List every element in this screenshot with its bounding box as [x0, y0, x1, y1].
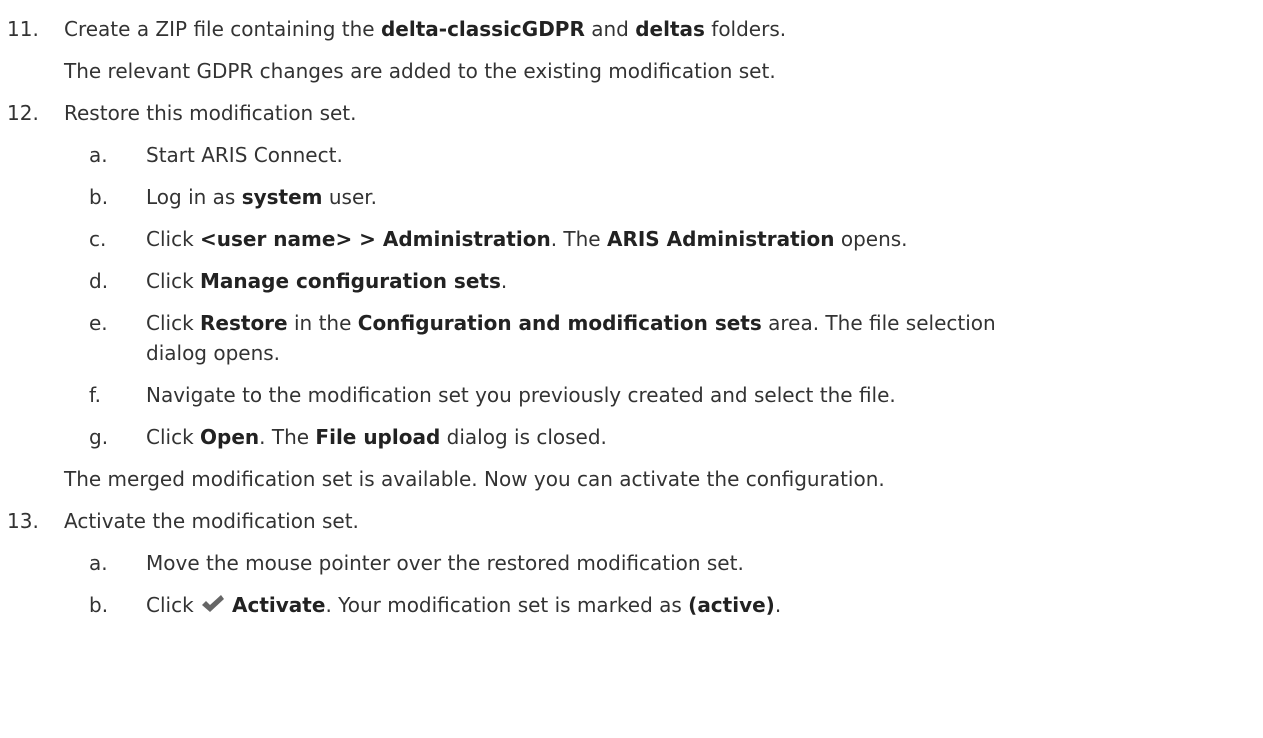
- substep-12c-text: Click <user name> > Administration. The …: [146, 226, 908, 252]
- substep-12a-text: Start ARIS Connect.: [146, 143, 343, 167]
- text-part: in the: [287, 311, 358, 335]
- step-12-text: Restore this modification set.: [64, 101, 357, 125]
- step-11-number: 11.: [7, 17, 39, 41]
- text-part: Click: [146, 311, 201, 335]
- aris-administration-label: ARIS Administration: [606, 227, 835, 251]
- text-part: . The: [259, 425, 316, 449]
- text-part: opens.: [834, 227, 908, 251]
- active-status-label: (active): [688, 593, 775, 617]
- step-13-number: 13.: [7, 509, 39, 533]
- step-11-text: Create a ZIP file containing the delta-c…: [64, 16, 786, 42]
- step-11-result: The relevant GDPR changes are added to t…: [64, 59, 776, 83]
- substep-letter: g.: [89, 425, 109, 449]
- open-label: Open: [200, 425, 260, 449]
- substep-12d-text: Click Manage configuration sets.: [146, 268, 507, 294]
- text-part: dialog is closed.: [440, 425, 607, 449]
- substep-13a-text: Move the mouse pointer over the restored…: [146, 551, 744, 575]
- manage-configuration-sets-label: Manage configuration sets: [200, 269, 501, 293]
- substep-letter: f.: [89, 383, 101, 407]
- text-part: Click: [146, 227, 201, 251]
- text-part: . Your modification set is marked as: [325, 593, 689, 617]
- restore-label: Restore: [200, 311, 288, 335]
- step-11-text-part: Create a ZIP file containing the: [64, 17, 381, 41]
- folder-name-delta-classicgdpr: delta-classicGDPR: [380, 17, 585, 41]
- text-part: .: [774, 593, 782, 617]
- checkmark-icon: [202, 595, 225, 612]
- text-part: Click: [146, 593, 201, 617]
- substep-12g-text: Click Open. The File upload dialog is cl…: [146, 424, 607, 450]
- substep-12e-text-line2: dialog opens.: [146, 341, 281, 365]
- substep-letter: a.: [89, 143, 108, 167]
- activate-label: Activate: [232, 593, 326, 617]
- substep-letter: b.: [89, 185, 109, 209]
- text-part: Log in as: [146, 185, 242, 209]
- substep-letter: b.: [89, 593, 109, 617]
- text-part: user.: [322, 185, 378, 209]
- text-part: Click: [146, 269, 201, 293]
- configuration-and-modification-sets-label: Configuration and modification sets: [357, 311, 762, 335]
- step-11-text-part: folders.: [704, 17, 787, 41]
- text-part: Click: [146, 425, 201, 449]
- file-upload-label: File upload: [315, 425, 441, 449]
- menu-path-administration: <user name> > Administration: [200, 227, 551, 251]
- substep-12e-text: Click Restore in the Configuration and m…: [146, 310, 996, 336]
- substep-letter: d.: [89, 269, 109, 293]
- text-part: .: [500, 269, 508, 293]
- substep-letter: a.: [89, 551, 108, 575]
- step-12-result: The merged modification set is available…: [64, 467, 885, 491]
- text-part: area. The file selection: [761, 311, 996, 335]
- text-part: . The: [550, 227, 607, 251]
- folder-name-deltas: deltas: [635, 17, 705, 41]
- step-11-text-part: and: [584, 17, 636, 41]
- substep-letter: e.: [89, 311, 108, 335]
- substep-letter: c.: [89, 227, 107, 251]
- step-13-text: Activate the modification set.: [64, 509, 359, 533]
- step-12-number: 12.: [7, 101, 39, 125]
- user-name-system: system: [241, 185, 323, 209]
- substep-12b-text: Log in as system user.: [146, 184, 377, 210]
- substep-12f-text: Navigate to the modification set you pre…: [146, 383, 896, 407]
- substep-13b-text: Click Activate. Your modification set is…: [146, 592, 781, 618]
